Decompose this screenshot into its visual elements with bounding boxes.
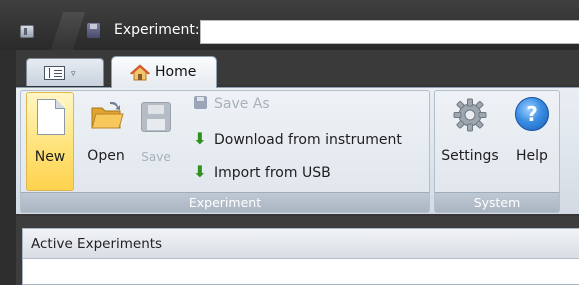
- settings-button[interactable]: Settings: [439, 92, 501, 191]
- new-document-icon: [37, 99, 65, 135]
- tab-home[interactable]: Home: [111, 56, 217, 88]
- experiment-name-input[interactable]: [200, 20, 579, 44]
- download-arrow-icon: ⬇: [193, 129, 207, 148]
- open-folder-icon: [91, 101, 124, 129]
- title-bar: Experiment:: [0, 0, 579, 50]
- group-label-system: System: [435, 192, 559, 212]
- open-button[interactable]: Open: [80, 92, 132, 191]
- download-from-instrument-button[interactable]: ⬇ Download from instrument: [192, 129, 402, 153]
- app-icon[interactable]: [20, 25, 34, 38]
- import-label: Import from USB: [214, 165, 331, 181]
- download-label: Download from instrument: [214, 132, 402, 148]
- save-as-button[interactable]: Save As: [192, 96, 270, 120]
- gear-icon: [453, 98, 487, 132]
- help-button[interactable]: ? Help: [508, 92, 556, 191]
- app-menu-icon: [44, 66, 65, 80]
- tab-home-label: Home: [155, 64, 197, 80]
- import-from-usb-button[interactable]: ⬇ Import from USB: [192, 162, 331, 186]
- quick-access-divider: [50, 12, 86, 50]
- group-label-experiment: Experiment: [21, 192, 429, 212]
- import-arrow-icon: ⬇: [193, 162, 207, 181]
- settings-button-label: Settings: [441, 148, 499, 164]
- panel-header: Active Experiments: [23, 229, 579, 259]
- active-experiments-panel: Active Experiments: [22, 228, 579, 285]
- app-menu-button[interactable]: ▿: [26, 58, 104, 86]
- new-button[interactable]: New: [26, 92, 74, 191]
- save-button-label: Save: [141, 150, 171, 164]
- help-icon: ?: [515, 97, 549, 131]
- save-floppy-icon: [141, 102, 171, 132]
- chevron-down-icon: ▿: [71, 69, 76, 79]
- save-button[interactable]: Save: [136, 92, 176, 191]
- experiment-label: Experiment:: [114, 22, 200, 38]
- save-as-icon: [192, 96, 208, 112]
- home-icon: [130, 64, 150, 81]
- help-button-label: Help: [516, 148, 548, 164]
- new-button-label: New: [34, 149, 66, 165]
- save-as-label: Save As: [214, 96, 270, 112]
- quick-save-icon[interactable]: [87, 23, 100, 38]
- open-button-label: Open: [87, 148, 125, 164]
